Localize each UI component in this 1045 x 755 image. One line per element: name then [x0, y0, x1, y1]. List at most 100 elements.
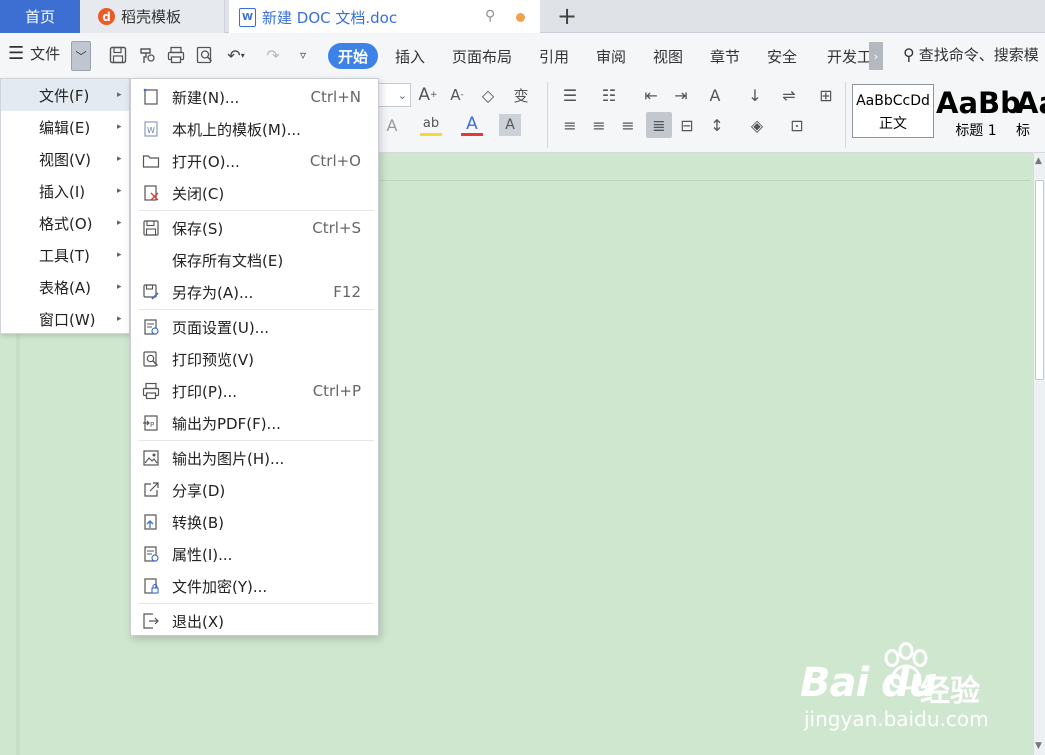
shading-icon[interactable]: ◈ — [746, 114, 768, 136]
ribbon-tab-chapter[interactable]: 章节 — [710, 43, 740, 69]
save-icon[interactable] — [107, 44, 129, 66]
file-dropdown-button[interactable]: ﹀ — [71, 41, 91, 71]
ribbon-tab-developer-label: 开发工 — [827, 47, 869, 66]
shrink-font-icon[interactable]: A- — [446, 84, 468, 106]
file-menu-save-all[interactable]: 保存所有文档(E) — [131, 244, 378, 276]
increase-indent-icon[interactable]: ⇥ — [670, 84, 692, 106]
style-normal[interactable]: AaBbCcDd 正文 — [852, 84, 934, 138]
print-preview-icon[interactable] — [194, 44, 216, 66]
hamburger-icon: ☰ — [8, 43, 25, 64]
ribbon-tab-insert[interactable]: 插入 — [395, 43, 425, 69]
menu-item-tools[interactable]: 工具(T) ▸ — [1, 239, 129, 271]
new-tab-button[interactable]: + — [553, 1, 581, 31]
file-menu-new[interactable]: 新建(N)... Ctrl+N — [131, 81, 378, 113]
paragraph-spacing-icon[interactable]: ↕ — [706, 114, 728, 136]
file-menu-close[interactable]: 关闭(C) — [131, 177, 378, 209]
tab-home[interactable]: 首页 — [0, 0, 80, 33]
ribbon-tab-view-label: 视图 — [653, 47, 684, 66]
ribbon-tab-review[interactable]: 审阅 — [596, 43, 626, 69]
file-menu-print[interactable]: 打印(P)... Ctrl+P — [131, 375, 378, 407]
file-menu-open[interactable]: 打开(O)... Ctrl+O — [131, 145, 378, 177]
style-normal-sample: AaBbCcDd — [856, 93, 930, 109]
file-menu-encrypt[interactable]: 文件加密(Y)... — [131, 570, 378, 602]
menu-item-edit[interactable]: 编辑(E) ▸ — [1, 111, 129, 143]
command-search[interactable]: ⚲ 查找命令、搜索模 — [903, 44, 1039, 65]
style-heading-2-sample: Aa — [1016, 86, 1045, 120]
sort-icon[interactable]: ↓ — [744, 84, 766, 106]
tab-document[interactable]: W 新建 DOC 文档.doc ⚲ — [229, 0, 540, 33]
file-menu-share[interactable]: 分享(D) — [131, 474, 378, 506]
bullet-list-icon[interactable]: ☰ — [559, 84, 581, 106]
file-menu-save[interactable]: 保存(S) Ctrl+S — [131, 212, 378, 244]
menu-item-view[interactable]: 视图(V) ▸ — [1, 143, 129, 175]
print-icon[interactable] — [165, 44, 187, 66]
style-heading-1-name: 标题 1 — [955, 123, 997, 139]
file-menu-label: 页面设置(U)... — [172, 318, 269, 337]
scroll-down-icon[interactable]: ▼ — [1035, 741, 1042, 751]
unsaved-dot-icon — [516, 13, 525, 22]
chevron-right-icon: ▸ — [117, 314, 122, 324]
command-search-placeholder: 查找命令、搜索模 — [918, 46, 1039, 64]
svg-text:P: P — [150, 421, 154, 429]
scroll-up-icon[interactable]: ▲ — [1035, 156, 1042, 166]
file-menu-print-preview[interactable]: 打印预览(V) — [131, 343, 378, 375]
line-spacing-icon[interactable]: ⇌ — [778, 84, 800, 106]
undo-icon[interactable]: ↶ ▾ — [225, 44, 247, 66]
file-menu-properties[interactable]: 属性(I)... — [131, 538, 378, 570]
tab-template[interactable]: d 稻壳模板 — [80, 0, 225, 33]
menu-item-insert[interactable]: 插入(I) ▸ — [1, 175, 129, 207]
align-center-icon[interactable]: ≡ — [588, 114, 610, 136]
menu-item-label: 视图(V) — [39, 150, 91, 169]
ribbon-tab-page-layout[interactable]: 页面布局 — [452, 43, 512, 69]
scrollbar-thumb[interactable] — [1035, 180, 1044, 380]
font-color-icon[interactable]: A — [461, 114, 483, 136]
menu-separator — [139, 440, 374, 441]
font-size-select[interactable]: ⌄ — [378, 83, 411, 107]
tab-template-label: 稻壳模板 — [121, 8, 182, 26]
ribbon-tab-security[interactable]: 安全 — [767, 43, 797, 69]
align-right-icon[interactable]: ≡ — [617, 114, 639, 136]
menu-item-table[interactable]: 表格(A) ▸ — [1, 271, 129, 303]
file-menu-page-setup[interactable]: 页面设置(U)... — [131, 311, 378, 343]
highlight-icon[interactable]: ab — [420, 114, 442, 136]
file-menu-template[interactable]: W 本机上的模板(M)... — [131, 113, 378, 145]
clear-format-icon[interactable]: ◇ — [477, 84, 499, 106]
style-heading-1[interactable]: AaBb 标题 1 — [936, 84, 1021, 139]
customize-toolbar-icon[interactable]: ▿ — [292, 44, 314, 66]
table-border-icon[interactable]: ⊞ — [815, 84, 837, 106]
menu-item-window[interactable]: 窗口(W) ▸ — [1, 303, 129, 335]
ribbon-tab-view[interactable]: 视图 — [653, 43, 683, 69]
save-as-icon — [141, 282, 161, 302]
align-left-icon[interactable]: ≡ — [559, 114, 581, 136]
borders-icon[interactable]: ⊡ — [786, 114, 808, 136]
ribbon-tab-page-layout-label: 页面布局 — [452, 47, 513, 66]
menu-item-file[interactable]: 文件(F) ▸ — [1, 79, 129, 111]
char-shading-icon[interactable]: A — [499, 114, 521, 136]
ribbon-scroll-right-button[interactable]: › — [869, 42, 883, 70]
numbered-list-icon[interactable]: ☷ — [598, 84, 620, 106]
format-painter-icon[interactable] — [136, 44, 158, 66]
style-heading-2[interactable]: Aa 标 — [1016, 84, 1045, 138]
redo-icon[interactable]: ↷ — [262, 44, 284, 66]
distribute-icon[interactable]: ⊟ — [676, 114, 698, 136]
ribbon-tab-developer[interactable]: 开发工 — [827, 43, 869, 69]
file-menu-export-pdf[interactable]: P 输出为PDF(F)... — [131, 407, 378, 439]
file-menu-save-as[interactable]: 另存为(A)... F12 — [131, 276, 378, 308]
grow-font-icon[interactable]: A + — [417, 84, 439, 106]
encrypt-icon — [141, 576, 161, 596]
file-menu-button[interactable]: ☰ 文件 — [8, 43, 60, 64]
toolbar-divider — [547, 82, 548, 148]
ribbon-tab-start[interactable]: 开始 — [328, 43, 378, 69]
menu-item-format[interactable]: 格式(O) ▸ — [1, 207, 129, 239]
pin-icon[interactable]: ⚲ — [485, 8, 495, 24]
decrease-indent-icon[interactable]: ⇤ — [640, 84, 662, 106]
file-menu-exit[interactable]: 退出(X) — [131, 605, 378, 637]
file-menu-convert[interactable]: 转换(B) — [131, 506, 378, 538]
phonetic-guide-icon[interactable]: 变 — [510, 84, 532, 106]
ribbon-tab-references[interactable]: 引用 — [539, 43, 569, 69]
justify-icon[interactable]: ≣ — [646, 112, 672, 138]
text-direction-icon[interactable]: A — [704, 84, 726, 106]
text-effect-icon[interactable]: A — [381, 114, 403, 136]
watermark-logo: Bai du — [800, 660, 937, 706]
file-menu-export-image[interactable]: 输出为图片(H)... — [131, 442, 378, 474]
